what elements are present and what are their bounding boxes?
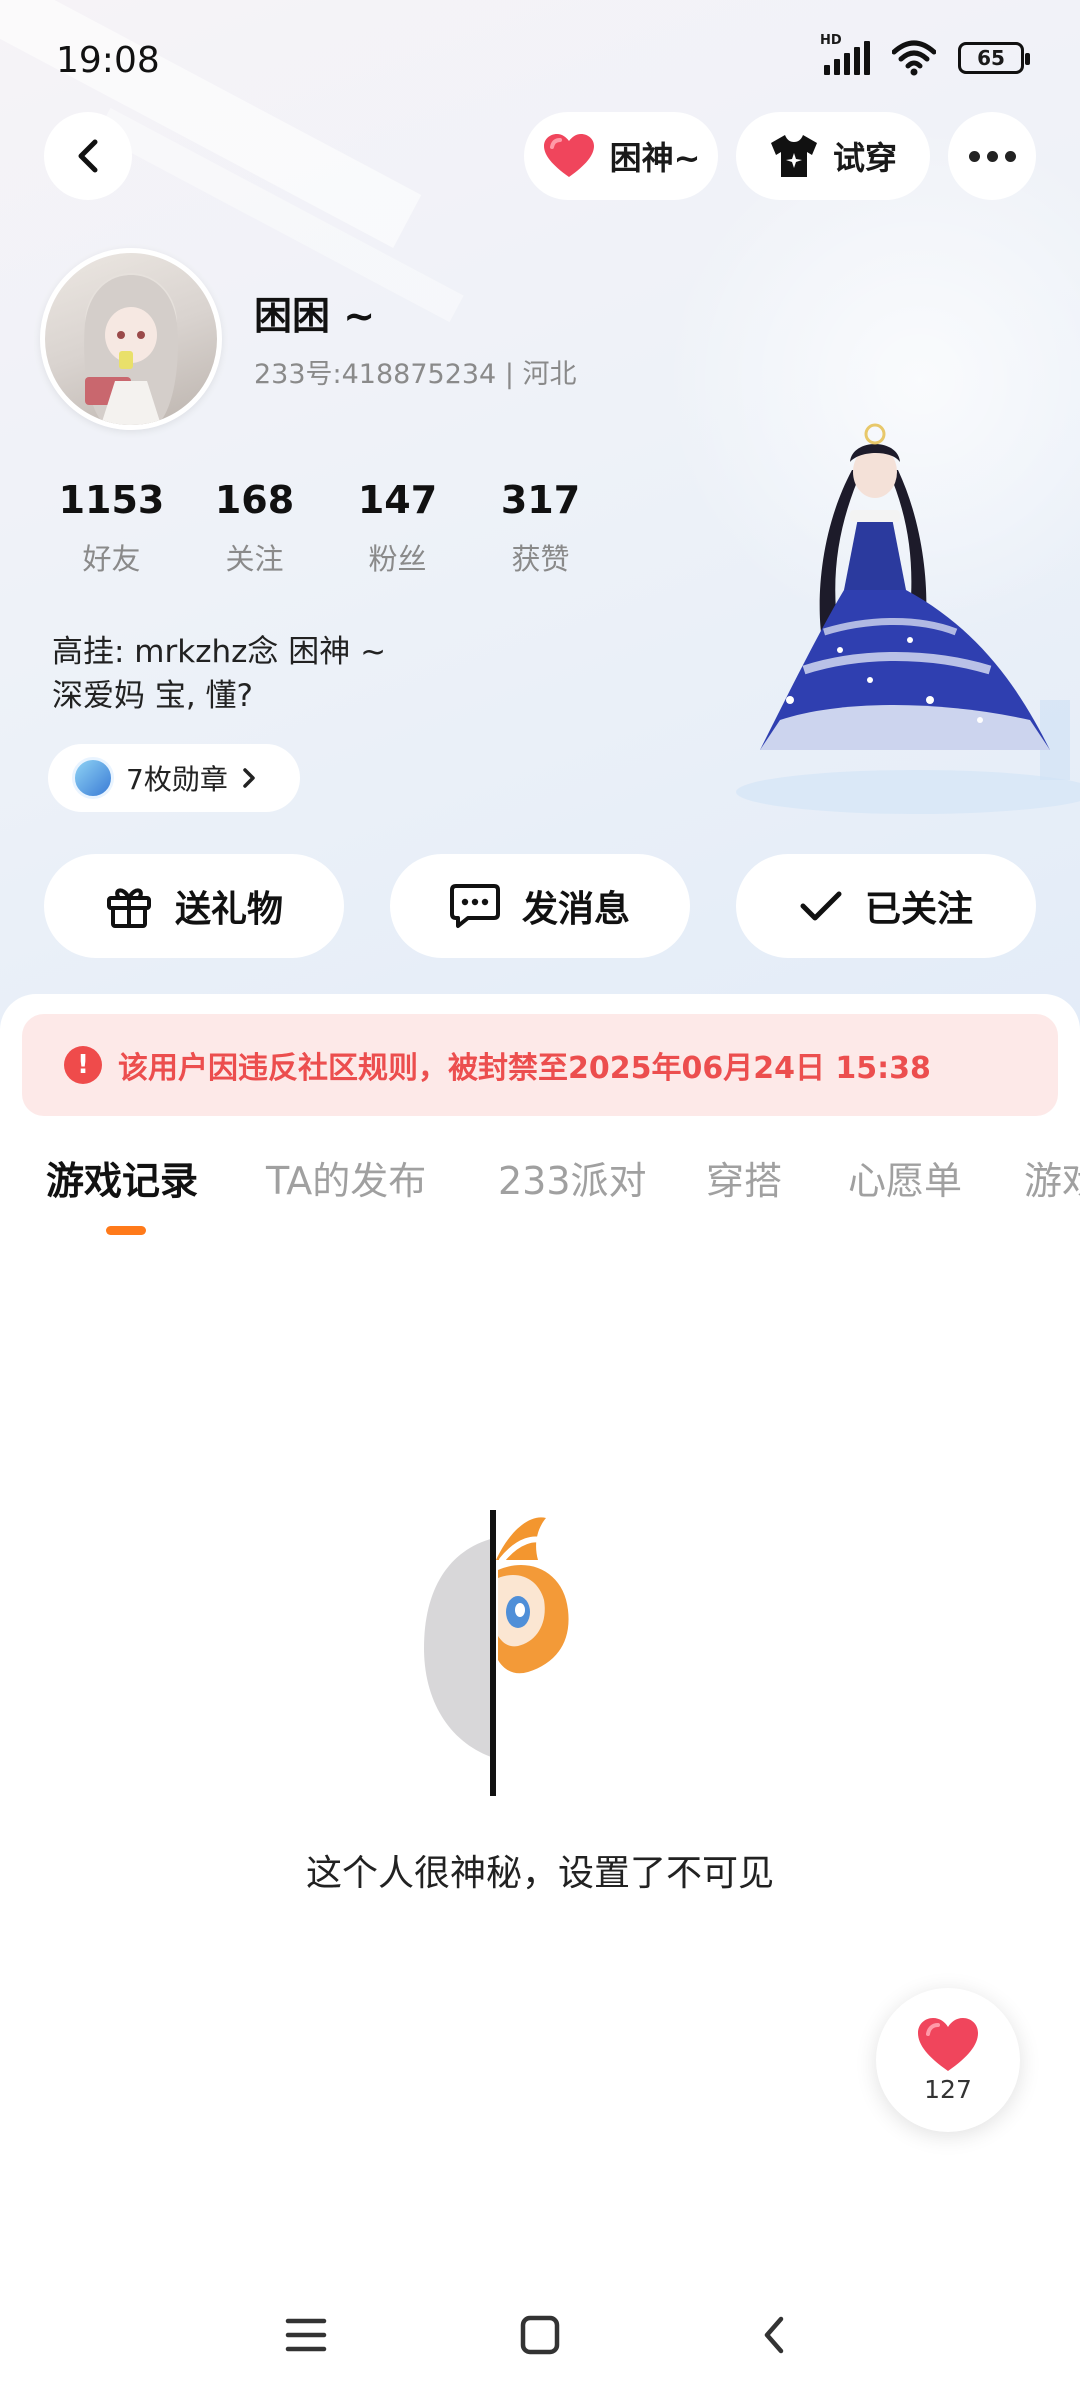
stats-row: 1153 好友 168 关注 147 粉丝 317 获赞 xyxy=(40,478,612,578)
tab-game-records[interactable]: 游戏记录 xyxy=(46,1150,198,1205)
empty-state-message: 这个人很神秘，设置了不可见 xyxy=(305,1853,774,1894)
like-button-label: 困神~ xyxy=(609,139,701,177)
avatar-figure[interactable] xyxy=(720,400,1080,820)
chevron-left-icon xyxy=(764,2316,784,2354)
followed-label: 已关注 xyxy=(864,889,973,930)
badges-label: 7枚勋章 xyxy=(126,763,228,796)
stat-label: 好友 xyxy=(82,542,141,576)
chevron-left-icon xyxy=(78,139,98,173)
peeking-mascot-icon xyxy=(424,1510,569,1796)
bio-line: 深爱妈 宝, 懂? xyxy=(52,678,254,714)
status-icons: HD 65 xyxy=(820,33,1030,76)
checkmark-icon xyxy=(800,891,842,921)
heart-icon xyxy=(543,134,594,177)
send-message-button[interactable]: 发消息 xyxy=(390,854,690,958)
back-button[interactable] xyxy=(44,112,132,200)
stat-value: 317 xyxy=(500,478,581,522)
stat-label: 粉丝 xyxy=(368,542,427,576)
more-options-button[interactable] xyxy=(948,112,1036,200)
more-dot xyxy=(968,150,980,162)
stat-value: 168 xyxy=(214,478,295,522)
bio-line: 高挂: mrkzhz念 困神 ~ xyxy=(52,634,387,670)
badges-button[interactable]: 7枚勋章 xyxy=(48,744,300,812)
tab-posts[interactable]: TA的发布 xyxy=(266,1150,426,1205)
avatar[interactable] xyxy=(40,248,222,430)
stat-label: 获赞 xyxy=(511,542,570,576)
like-avatar-button[interactable]: 困神~ xyxy=(524,112,718,200)
stat-label: 关注 xyxy=(225,542,284,576)
alert-icon: ! xyxy=(64,1046,102,1084)
ban-notice-text: 该用户因违反社区规则，被封禁至2025年06月24日 15:38 xyxy=(118,1051,931,1086)
send-gift-label: 送礼物 xyxy=(174,889,283,930)
active-tab-indicator xyxy=(106,1226,146,1235)
stat-likes[interactable]: 317 获赞 xyxy=(469,478,612,578)
heart-icon xyxy=(918,2017,978,2071)
avatar-image xyxy=(84,273,178,425)
system-back-button[interactable] xyxy=(734,2300,814,2370)
menu-icon xyxy=(285,2318,327,2352)
battery-icon: 65 xyxy=(958,42,1030,74)
user-name: 困困 ~ xyxy=(254,294,376,338)
status-bar: 19:08 HD 65 xyxy=(0,0,1080,120)
shirt-icon xyxy=(770,135,817,177)
stat-value: 147 xyxy=(357,478,438,522)
tab-outfits[interactable]: 穿搭 xyxy=(706,1150,782,1205)
bio: 高挂: mrkzhz念 困神 ~ 深爱妈 宝, 懂? xyxy=(52,630,386,718)
more-dot xyxy=(1004,150,1016,162)
stat-value: 1153 xyxy=(58,478,165,522)
tab-games[interactable]: 游戏 xyxy=(1024,1150,1080,1205)
hd-label: HD xyxy=(820,33,842,48)
more-dot xyxy=(986,150,998,162)
signal-icon: HD xyxy=(820,33,870,75)
floating-like-button[interactable]: 127 xyxy=(876,1988,1020,2132)
try-on-button[interactable]: 试穿 xyxy=(736,112,930,200)
user-id-location: 233号:418875234 | 河北 xyxy=(254,359,577,390)
try-on-label: 试穿 xyxy=(832,139,897,177)
square-icon xyxy=(520,2315,560,2355)
wifi-icon xyxy=(892,40,936,76)
send-message-label: 发消息 xyxy=(521,889,630,930)
stat-followers[interactable]: 147 粉丝 xyxy=(326,478,469,578)
recents-button[interactable] xyxy=(266,2300,346,2370)
stat-friends[interactable]: 1153 好友 xyxy=(40,478,183,578)
tab-wishlist[interactable]: 心愿单 xyxy=(848,1150,962,1205)
stat-following[interactable]: 168 关注 xyxy=(183,478,326,578)
chat-bubble-icon xyxy=(449,884,500,928)
badge-icon xyxy=(72,757,114,799)
profile-tabs: 游戏记录 TA的发布 233派对 穿搭 心愿单 游戏 xyxy=(0,1150,1080,1230)
status-time: 19:08 xyxy=(56,40,160,81)
gift-icon xyxy=(106,888,151,928)
home-button[interactable] xyxy=(500,2300,580,2370)
tab-233-party[interactable]: 233派对 xyxy=(498,1150,647,1205)
followed-button[interactable]: 已关注 xyxy=(736,854,1036,958)
send-gift-button[interactable]: 送礼物 xyxy=(44,854,344,958)
chevron-right-icon xyxy=(243,768,255,788)
ban-notice-banner: ! 该用户因违反社区规则，被封禁至2025年06月24日 15:38 xyxy=(22,1014,1058,1116)
like-count: 127 xyxy=(924,2074,972,2104)
